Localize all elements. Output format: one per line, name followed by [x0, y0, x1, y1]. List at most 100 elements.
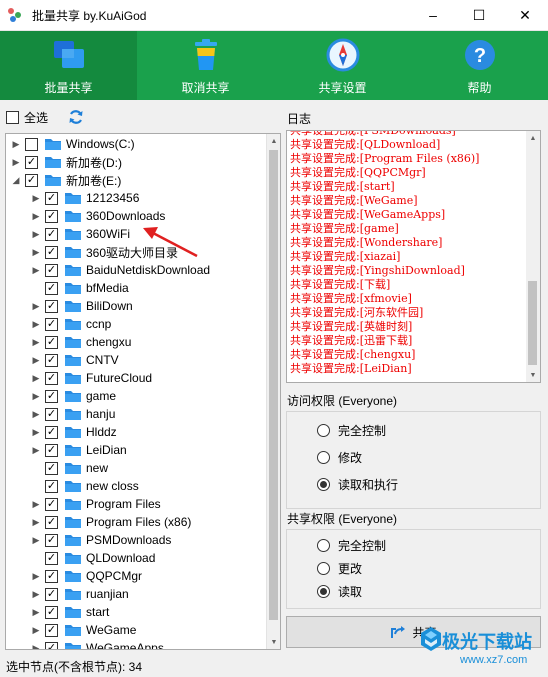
tree-drive-node[interactable]: ◢ ✓ 新加卷(E:)	[10, 171, 121, 189]
radio-button[interactable]	[317, 561, 330, 575]
collapse-arrow-icon[interactable]: ◢	[10, 171, 22, 189]
tree-folder-node[interactable]: ▶ ✓ ccnp	[30, 315, 112, 333]
tree-folder-node[interactable]: ▶ ✓ LeiDian	[30, 441, 127, 459]
close-button[interactable]: ✕	[502, 0, 548, 31]
tree-node-checkbox[interactable]: ✓	[45, 497, 58, 511]
expand-arrow-icon[interactable]: ▶	[30, 189, 42, 207]
tree-folder-node[interactable]: ▶ ✓ 360驱动大师目录	[30, 243, 178, 261]
tree-node-checkbox[interactable]: ✓	[45, 353, 58, 367]
tree-node-checkbox[interactable]: ✓	[45, 641, 58, 649]
expand-arrow-icon[interactable]: ▶	[30, 333, 42, 351]
tree-node-checkbox[interactable]: ✓	[45, 479, 58, 493]
tree-node-checkbox[interactable]: ✓	[45, 515, 58, 529]
tree-folder-node[interactable]: ▶ ✓ PSMDownloads	[30, 531, 172, 549]
tree-folder-node[interactable]: ▶ ✓ Program Files	[30, 495, 161, 513]
tree-drive-node[interactable]: ▶ Windows(C:)	[10, 135, 135, 153]
radio-button[interactable]	[317, 423, 330, 437]
radio-button[interactable]	[317, 584, 330, 598]
maximize-button[interactable]: ☐	[456, 0, 502, 31]
expand-arrow-icon[interactable]: ▶	[30, 585, 42, 603]
tree-folder-node[interactable]: ▶ ✓ BaiduNetdiskDownload	[30, 261, 211, 279]
expand-arrow-icon[interactable]: ▶	[30, 369, 42, 387]
refresh-icon[interactable]	[68, 109, 84, 125]
tree-node-checkbox[interactable]: ✓	[45, 443, 58, 457]
tree-folder-node[interactable]: ✓ QLDownload	[30, 549, 155, 567]
tree-folder-node[interactable]: ▶ ✓ CNTV	[30, 351, 119, 369]
expand-arrow-icon[interactable]: ▶	[30, 315, 42, 333]
tree-node-checkbox[interactable]: ✓	[45, 191, 58, 205]
expand-arrow-icon[interactable]: ▶	[30, 603, 42, 621]
folder-tree[interactable]: ▶ Windows(C:) ▶ ✓ 新加卷(D:) ◢ ✓ 新加卷(E:) ▶ ✓ 12123456…	[5, 133, 281, 650]
tree-node-checkbox[interactable]: ✓	[45, 461, 58, 475]
tree-scrollbar[interactable]: ▲ ▼	[266, 134, 280, 649]
tree-node-checkbox[interactable]: ✓	[25, 155, 38, 169]
tree-folder-node[interactable]: ▶ ✓ 12123456	[30, 189, 140, 207]
tree-folder-node[interactable]: ▶ ✓ game	[30, 387, 117, 405]
tree-folder-node[interactable]: ✓ bfMedia	[30, 279, 129, 297]
select-all-checkbox[interactable]	[6, 110, 19, 124]
tree-node-checkbox[interactable]: ✓	[45, 605, 58, 619]
scroll-thumb[interactable]	[269, 150, 278, 620]
log-scrollbar[interactable]: ▲ ▼	[526, 131, 540, 382]
tree-node-checkbox[interactable]: ✓	[45, 533, 58, 547]
expand-arrow-icon[interactable]: ▶	[30, 513, 42, 531]
batch-share-button[interactable]: 批量共享	[0, 31, 137, 100]
expand-arrow-icon[interactable]: ▶	[30, 351, 42, 369]
expand-arrow-icon[interactable]: ▶	[30, 297, 42, 315]
expand-arrow-icon[interactable]: ▶	[30, 441, 42, 459]
minimize-button[interactable]: –	[410, 0, 456, 31]
access-option-1[interactable]: 修改	[317, 448, 362, 466]
tree-node-checkbox[interactable]: ✓	[45, 587, 58, 601]
share-settings-button[interactable]: 共享设置	[274, 31, 411, 100]
access-option-2[interactable]: 读取和执行	[317, 475, 398, 493]
access-option-0[interactable]: 完全控制	[317, 421, 386, 439]
tree-node-checkbox[interactable]: ✓	[45, 569, 58, 583]
radio-button[interactable]	[317, 450, 330, 464]
expand-arrow-icon[interactable]: ▶	[30, 207, 42, 225]
tree-node-checkbox[interactable]: ✓	[45, 209, 58, 223]
scroll-down-icon[interactable]: ▼	[526, 368, 540, 382]
tree-folder-node[interactable]: ▶ ✓ Hlddz	[30, 423, 117, 441]
scroll-up-icon[interactable]: ▲	[526, 131, 540, 145]
expand-arrow-icon[interactable]: ▶	[30, 405, 42, 423]
share_perm-option-1[interactable]: 更改	[317, 559, 362, 577]
expand-arrow-icon[interactable]: ▶	[30, 261, 42, 279]
tree-folder-node[interactable]: ✓ new	[30, 459, 108, 477]
cancel-share-button[interactable]: 取消共享	[137, 31, 274, 100]
tree-node-checkbox[interactable]: ✓	[45, 371, 58, 385]
tree-node-checkbox[interactable]: ✓	[45, 281, 58, 295]
tree-folder-node[interactable]: ▶ ✓ chengxu	[30, 333, 132, 351]
tree-node-checkbox[interactable]: ✓	[45, 407, 58, 421]
tree-folder-node[interactable]: ▶ ✓ 360WiFi	[30, 225, 130, 243]
expand-arrow-icon[interactable]: ▶	[30, 531, 42, 549]
share_perm-option-2[interactable]: 读取	[317, 582, 362, 600]
scroll-up-icon[interactable]: ▲	[267, 134, 280, 148]
expand-arrow-icon[interactable]: ▶	[30, 621, 42, 639]
tree-folder-node[interactable]: ▶ ✓ 360Downloads	[30, 207, 166, 225]
tree-node-checkbox[interactable]: ✓	[45, 389, 58, 403]
tree-folder-node[interactable]: ▶ ✓ FutureCloud	[30, 369, 153, 387]
expand-arrow-icon[interactable]: ▶	[30, 225, 42, 243]
tree-folder-node[interactable]: ▶ ✓ hanju	[30, 405, 116, 423]
scroll-thumb[interactable]	[528, 281, 537, 365]
share_perm-option-0[interactable]: 完全控制	[317, 536, 386, 554]
scroll-down-icon[interactable]: ▼	[267, 635, 280, 649]
log-box[interactable]: 共享设置完成:[PSMDownloads] 共享设置完成:[QLDownload]…	[286, 130, 541, 383]
tree-folder-node[interactable]: ✓ new closs	[30, 477, 139, 495]
tree-node-checkbox[interactable]: ✓	[45, 317, 58, 331]
tree-folder-node[interactable]: ▶ ✓ ruanjian	[30, 585, 129, 603]
tree-node-checkbox[interactable]	[25, 137, 38, 151]
tree-folder-node[interactable]: ▶ ✓ WeGameApps	[30, 639, 164, 649]
tree-drive-node[interactable]: ▶ ✓ 新加卷(D:)	[10, 153, 122, 171]
tree-node-checkbox[interactable]: ✓	[45, 227, 58, 241]
tree-folder-node[interactable]: ▶ ✓ Program Files (x86)	[30, 513, 192, 531]
expand-arrow-icon[interactable]: ▶	[30, 423, 42, 441]
tree-folder-node[interactable]: ▶ ✓ start	[30, 603, 110, 621]
tree-folder-node[interactable]: ▶ ✓ WeGame	[30, 621, 137, 639]
expand-arrow-icon[interactable]: ▶	[30, 567, 42, 585]
tree-folder-node[interactable]: ▶ ✓ QQPCMgr	[30, 567, 142, 585]
tree-node-checkbox[interactable]: ✓	[45, 263, 58, 277]
expand-arrow-icon[interactable]: ▶	[30, 495, 42, 513]
tree-node-checkbox[interactable]: ✓	[25, 173, 38, 187]
radio-button[interactable]	[317, 477, 330, 491]
